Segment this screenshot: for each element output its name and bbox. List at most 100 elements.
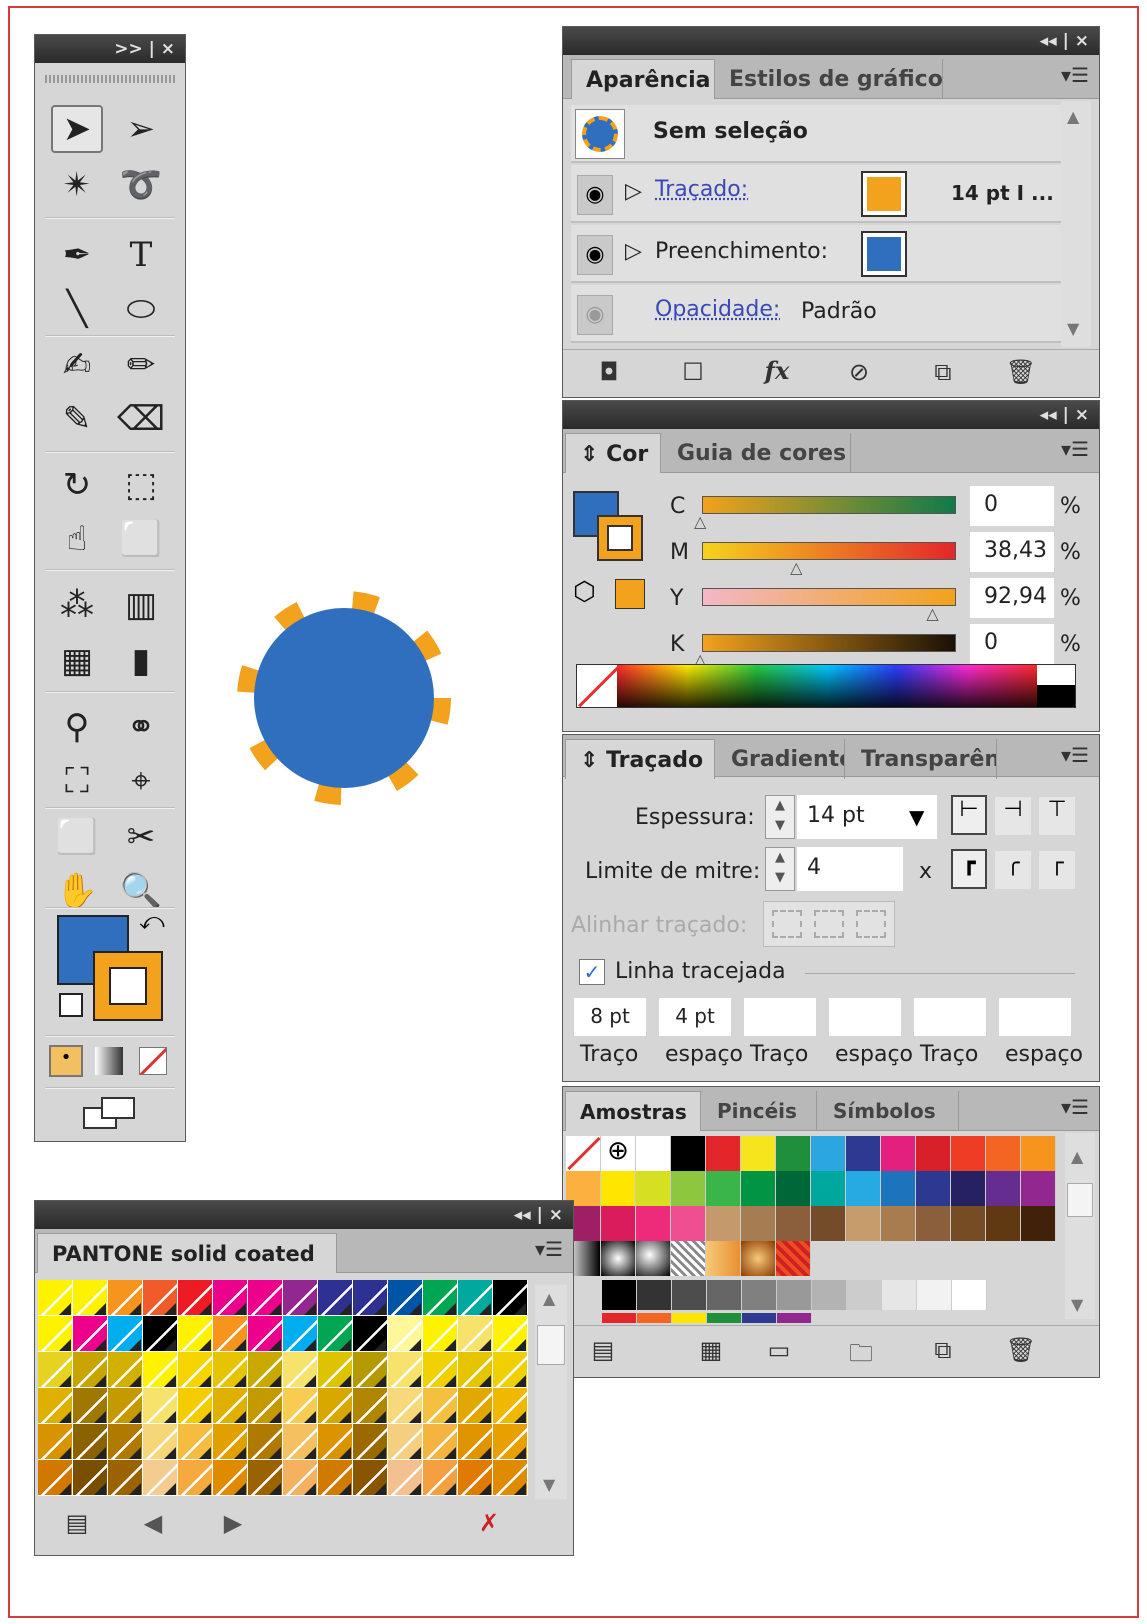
visibility-eye-icon[interactable]: ◉ [577,295,613,335]
dash-input-2[interactable]: 4 pt [659,998,731,1036]
weight-dropdown-icon[interactable]: ▼ [909,805,924,829]
delete-trash-icon[interactable]: 🗑 [1003,1336,1039,1364]
swatch[interactable] [602,1313,637,1323]
pantone-swatch[interactable] [283,1424,318,1460]
channel-slider-y[interactable] [702,588,956,606]
pantone-swatch[interactable] [178,1424,213,1460]
swatch[interactable] [986,1171,1021,1206]
pantone-swatch[interactable] [38,1352,73,1388]
swatch-grad-sphere[interactable] [636,1241,671,1276]
pantone-swatch[interactable] [388,1280,423,1316]
magic-wand-tool-icon[interactable]: ✴ [51,161,103,209]
visibility-eye-icon[interactable]: ◉ [577,175,613,215]
pantone-swatch[interactable] [213,1460,248,1496]
pantone-header-glyphs[interactable]: ◂◂ | × [514,1205,563,1225]
swatch[interactable] [741,1206,776,1241]
color-titlebar[interactable]: ◂◂ | × [563,401,1099,429]
pantone-swatch[interactable] [73,1280,108,1316]
pantone-swatch[interactable] [143,1352,178,1388]
swatch-grey[interactable] [707,1280,742,1310]
swatch-grey[interactable] [777,1280,812,1310]
swatch[interactable] [916,1206,951,1241]
pantone-swatch[interactable] [388,1460,423,1496]
pantone-swatch[interactable] [178,1280,213,1316]
swatch-grey[interactable] [637,1280,672,1310]
pantone-swatch[interactable] [213,1388,248,1424]
ellipse-tool-icon[interactable]: ⬭ [115,285,167,333]
pantone-swatch[interactable] [458,1316,493,1352]
swatch-grad-radial[interactable] [601,1241,636,1276]
previous-library-icon[interactable]: ◀ [135,1509,171,1537]
tab-cor[interactable]: ⇕ Cor [565,433,661,473]
pantone-swatch[interactable] [73,1460,108,1496]
pantone-swatch[interactable] [38,1424,73,1460]
swatch[interactable] [741,1136,776,1171]
pantone-swatch[interactable] [178,1460,213,1496]
scroll-down-icon[interactable]: ▼ [543,1475,555,1494]
pantone-swatch[interactable] [38,1460,73,1496]
pantone-swatch[interactable] [318,1316,353,1352]
swatch[interactable] [916,1171,951,1206]
swatch[interactable] [671,1171,706,1206]
tools-grip[interactable] [45,75,175,83]
pantone-swatch[interactable] [178,1352,213,1388]
stroke-attribute-label[interactable]: Traçado: [655,177,748,202]
swatch[interactable] [636,1206,671,1241]
pantone-swatch[interactable] [108,1460,143,1496]
artwork-canvas[interactable] [220,580,480,820]
stroke-attribute-row[interactable]: ◉ ▷ Traçado: 14 pt I ... [571,165,1061,223]
slice-tool-icon[interactable]: ✂ [115,813,167,861]
miter-input[interactable]: 4 [797,847,903,891]
channel-slider-m[interactable] [702,542,956,560]
artboard-tool-icon[interactable]: ⬜ [51,813,103,861]
add-fill-icon[interactable]: ☐ [675,358,711,386]
pantone-swatch[interactable] [283,1388,318,1424]
swatch-grey[interactable] [742,1280,777,1310]
swatch[interactable] [776,1136,811,1171]
cap-square-button[interactable]: ⊤ [1039,797,1075,835]
scroll-down-icon[interactable]: ▼ [1067,319,1079,338]
duplicate-item-icon[interactable]: ⧉ [925,358,961,386]
column-graph-tool-icon[interactable]: ▥ [115,581,167,629]
swatch[interactable] [846,1136,881,1171]
swatch[interactable] [1021,1136,1056,1171]
gradient-mode-button[interactable] [95,1047,123,1075]
pantone-swatch[interactable] [73,1352,108,1388]
pantone-swatch[interactable] [458,1388,493,1424]
dash-input-1[interactable]: 8 pt [574,998,646,1036]
color-mode-button[interactable]: • [49,1045,83,1077]
pantone-swatch[interactable] [353,1388,388,1424]
swatch[interactable] [846,1206,881,1241]
blend-tool-icon[interactable]: ⚭ [115,703,167,751]
swatch[interactable] [707,1313,742,1323]
pantone-swatch[interactable] [248,1280,283,1316]
pantone-swatch[interactable] [73,1388,108,1424]
pantone-swatch[interactable] [213,1352,248,1388]
pantone-swatch[interactable] [178,1316,213,1352]
dash-input-3[interactable] [744,998,816,1036]
dash-input-6[interactable] [999,998,1071,1036]
pantone-swatch[interactable] [143,1388,178,1424]
pantone-swatch[interactable] [283,1280,318,1316]
pantone-swatch[interactable] [353,1460,388,1496]
pantone-swatch[interactable] [388,1388,423,1424]
swatch-options-icon[interactable]: ▭ [761,1336,797,1364]
tab-gradiente[interactable]: Gradiente [717,739,845,779]
scroll-up-icon[interactable]: ▲ [1071,1147,1083,1166]
stroke-swatch[interactable] [93,951,163,1021]
clear-appearance-icon[interactable]: ⊘ [841,358,877,386]
tab-transparencia[interactable]: Transparênc [847,739,997,779]
dash-input-5[interactable] [914,998,986,1036]
pantone-swatch[interactable] [73,1424,108,1460]
swatch[interactable] [811,1136,846,1171]
align-inside-icon[interactable] [814,910,844,938]
swatch[interactable] [951,1206,986,1241]
tab-guia-de-cores[interactable]: Guia de cores [663,433,851,473]
swatch[interactable] [636,1136,671,1171]
fill-attribute-row[interactable]: ◉ ▷ Preenchimento: [571,225,1061,283]
swatch[interactable] [1021,1206,1056,1241]
swatch-registration[interactable]: ⊕ [601,1136,636,1171]
cap-round-button[interactable]: ⊣ [995,797,1031,835]
new-swatch-icon[interactable]: ⧉ [925,1336,961,1364]
swatch[interactable] [986,1136,1021,1171]
